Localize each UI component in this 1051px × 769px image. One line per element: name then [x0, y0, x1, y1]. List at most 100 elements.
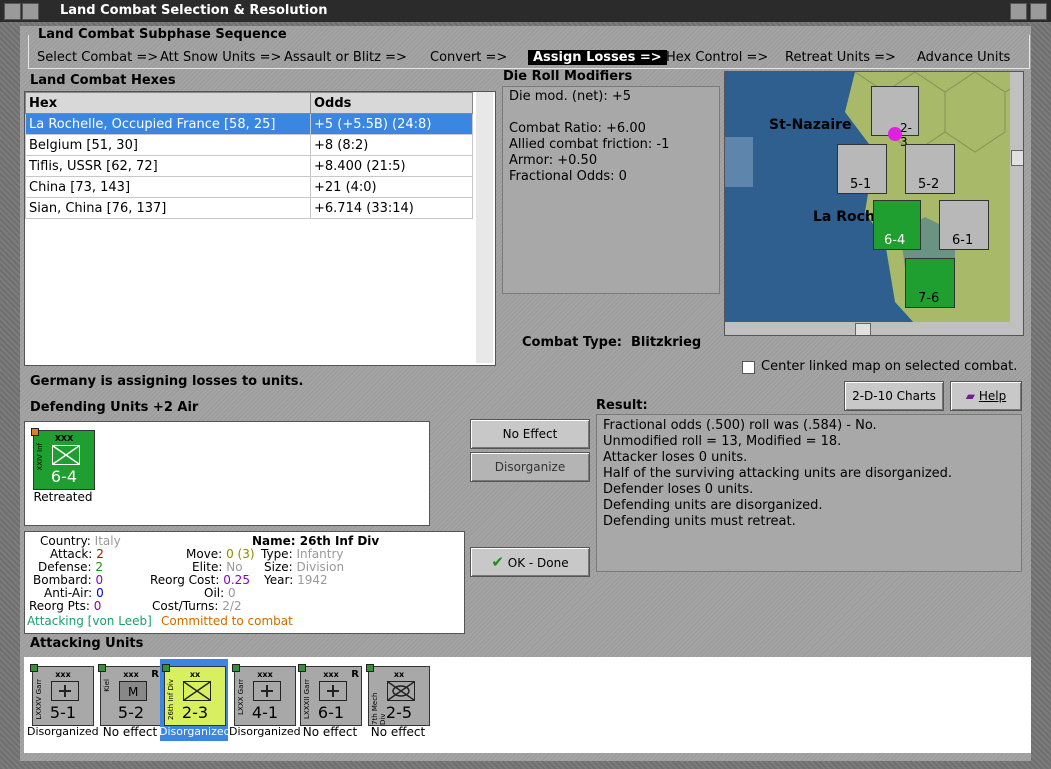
defending-unit-counter[interactable]: XXX XXIV Inf 6-4 [31, 428, 95, 490]
reorg-value: 0 [93, 599, 102, 613]
odds-cell: +6.714 (33:14) [310, 197, 473, 219]
attacking-unit-counter[interactable]: xxx LXXX Garr 4-1 [232, 664, 296, 726]
status-message: Germany is assigning losses to units. [30, 374, 304, 389]
map-counter[interactable]: 5-1 [837, 144, 887, 194]
move-label: Move: [186, 547, 223, 561]
attacking-unit-counter[interactable]: xx 26th Inf Div 2-3 [162, 664, 226, 726]
result-title: Result: [596, 398, 648, 413]
bombard-label: Bombard: [33, 573, 92, 587]
reorg-cost-row: Reorg Cost: 0.25 [150, 573, 250, 587]
svg-text:M: M [128, 685, 138, 699]
help-button[interactable]: ▰ Help [950, 381, 1022, 411]
minimize-button[interactable] [1010, 3, 1027, 20]
unit-size: xx [189, 670, 201, 679]
result-line: Defending units are disorganized. [603, 498, 823, 513]
size-label: Size: [264, 560, 293, 574]
elite-value: No [226, 560, 243, 574]
charts-button[interactable]: 2-D-10 Charts [844, 381, 944, 411]
map-hscroll-thumb[interactable] [855, 323, 871, 335]
garrison-symbol-icon [51, 681, 79, 701]
attacking-unit-counter[interactable]: R xxx LXXXII Garr 6-1 [298, 664, 362, 726]
elite-label: Elite: [192, 560, 223, 574]
result-line: Defending units must retreat. [603, 514, 796, 529]
close-button[interactable] [1030, 3, 1047, 20]
result-panel: Fractional odds (.500) roll was (.584) -… [596, 414, 1022, 572]
unit-value: 6-4 [50, 467, 78, 486]
sequence-title: Land Combat Subphase Sequence [38, 27, 287, 42]
hex-row[interactable]: China [73, 143] +21 (4:0) [25, 176, 473, 198]
ok-done-button[interactable]: ✔ OK - Done [470, 547, 590, 577]
type-row: Type: Infantry [261, 547, 344, 561]
attacking-unit-counter[interactable]: xx 7th Mech Div 2-5 [366, 664, 430, 726]
antiair-label: Anti-Air: [44, 586, 93, 600]
combat-type-label: Combat Type: [522, 335, 622, 350]
infantry-symbol-icon [183, 681, 211, 701]
window-restore-button[interactable] [22, 3, 39, 20]
unit-size: xxx [123, 670, 139, 679]
mech-symbol-icon [387, 681, 415, 701]
type-label: Type: [261, 547, 293, 561]
name-label: Name: [252, 534, 296, 548]
attacking-unit-status: Disorganized [229, 725, 301, 738]
hexes-header: Hex Odds [25, 92, 473, 114]
defense-row: Defense: 2 [38, 560, 103, 574]
no-effect-button[interactable]: No Effect [470, 419, 590, 449]
unit-value: 5-2 [117, 703, 145, 722]
seq-assault-blitz: Assault or Blitz => [284, 50, 407, 65]
odds-cell: +21 (4:0) [310, 176, 473, 198]
col-hex[interactable]: Hex [25, 92, 311, 114]
hex-row[interactable]: Tiflis, USSR [62, 72] +8.400 (21:5) [25, 155, 473, 177]
map-counter-value: 5-2 [918, 177, 940, 192]
help-book-icon: ▰ [965, 389, 976, 403]
seq-hex-control: Hex Control => [666, 50, 769, 65]
name-row: Name: 26th Inf Div [252, 534, 379, 548]
garrison-symbol-icon [253, 681, 281, 701]
modifier-line: Die mod. (net): +5 [509, 89, 632, 104]
defense-value: 2 [95, 560, 103, 574]
unit-size: xxx [55, 670, 71, 679]
disorganize-button[interactable]: Disorganize [470, 452, 590, 482]
hex-row[interactable]: Belgium [51, 30] +8 (8:2) [25, 134, 473, 156]
map-vscroll-thumb[interactable] [1011, 150, 1023, 166]
unit-side-label: Kiel [103, 679, 111, 692]
map-counter-selected[interactable]: 6-4 [873, 200, 921, 250]
attacking-unit-counter[interactable]: R xxx Kiel M 5-2 [98, 664, 162, 726]
ok-done-label: OK - Done [507, 556, 569, 570]
odds-cell: +8 (8:2) [310, 134, 473, 156]
defending-unit-status: Retreated [33, 490, 93, 504]
col-odds[interactable]: Odds [310, 92, 473, 114]
unit-value: 4-1 [251, 703, 279, 722]
hexes-scrollbar[interactable] [476, 92, 493, 363]
linked-map[interactable]: St-Nazaire La Roch 2-3 5-1 5-2 6-4 6-1 7… [724, 71, 1024, 336]
name-value: 26th Inf Div [299, 534, 380, 548]
modifier-line: Allied combat friction: -1 [509, 137, 670, 152]
map-counter[interactable]: 7-6 [905, 258, 955, 308]
hexes-list: Hex Odds La Rochelle, Occupied France [5… [24, 91, 496, 366]
map-hscrollbar[interactable] [725, 322, 1010, 335]
map-counter[interactable]: 6-1 [939, 200, 989, 250]
attacking-unit-counter[interactable]: xxx LXXXV Garr 5-1 [30, 664, 94, 726]
unit-value: 2-3 [181, 703, 209, 722]
country-row: Country: Italy [40, 534, 121, 548]
bombard-value: 0 [95, 573, 104, 587]
modifier-line: Armor: +0.50 [509, 153, 598, 168]
seq-convert: Convert => [430, 50, 508, 65]
unit-size: xxx [323, 670, 339, 679]
hex-row[interactable]: Sian, China [76, 137] +6.714 (33:14) [25, 197, 473, 219]
map-label-la-rochelle: La Roch [813, 209, 875, 225]
result-line: Fractional odds (.500) roll was (.584) -… [603, 418, 877, 433]
oil-label: Oil: [204, 586, 225, 600]
hex-row[interactable]: La Rochelle, Occupied France [58, 25] +5 … [25, 113, 473, 135]
map-counter[interactable]: 2-3 [871, 86, 919, 149]
map-counter[interactable]: 5-2 [905, 144, 955, 194]
attacking-unit-status: Disorganized [27, 725, 99, 738]
attacking-unit-status: No effect [370, 725, 426, 739]
center-map-checkbox[interactable] [742, 361, 755, 374]
map-vscrollbar[interactable] [1010, 72, 1023, 322]
window-menu-button[interactable] [4, 3, 21, 20]
cost-turns-label: Cost/Turns: [152, 599, 219, 613]
modifiers-title: Die Roll Modifiers [503, 69, 633, 84]
modifiers-panel: Die mod. (net): +5 Combat Ratio: +6.00 A… [502, 86, 720, 294]
unit-size: xxx [257, 670, 273, 679]
antiair-value: 0 [96, 586, 104, 600]
